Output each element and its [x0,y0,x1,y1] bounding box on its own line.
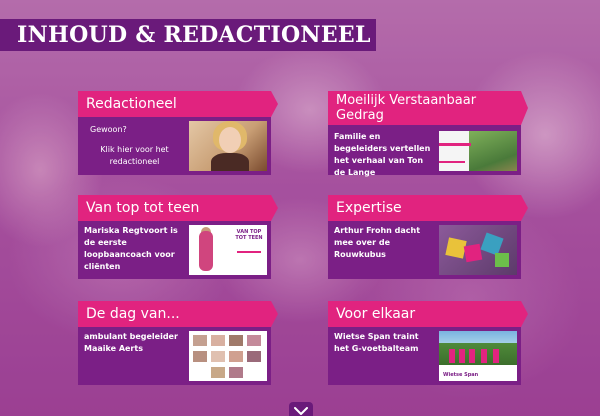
page-title-banner: INHOUD & REDACTIONEEL [0,19,376,51]
card-body[interactable]: ambulant begeleider Maaike Aerts [78,327,271,385]
magazine-thumbnail: VAN TOP TOT TEEN [189,225,267,275]
card-title: Voor elkaar [336,305,416,322]
card-expertise[interactable]: Expertise Arthur Frohn dacht mee over de… [328,195,528,279]
scroll-down-button[interactable] [289,402,313,416]
card-text: Gewoon? Klik hier voor het redactioneel [84,121,189,171]
card-header[interactable]: Expertise [328,195,528,221]
card-text-line: Gewoon? [90,125,127,134]
card-header[interactable]: Voor elkaar [328,301,528,327]
card-title: Van top tot teen [86,199,200,216]
article-thumbnail [439,131,517,171]
card-text: Familie en begeleiders vertellen het ver… [334,132,431,177]
thumbnail-caption: Wietse Span [443,372,479,378]
card-moeilijk-verstaanbaar-gedrag[interactable]: Moeilijk Verstaanbaar Gedrag Familie en … [328,91,528,177]
card-body[interactable]: Gewoon? Klik hier voor het redactioneel [78,117,271,175]
card-header[interactable]: Moeilijk Verstaanbaar Gedrag [328,91,528,125]
team-photo-thumbnail: Wietse Span [439,331,517,381]
page-title: INHOUD & REDACTIONEEL [17,22,371,48]
card-title: De dag van... [86,305,180,322]
card-voor-elkaar[interactable]: Voor elkaar Wietse Span traint het G-voe… [328,301,528,385]
portrait-thumbnail [189,121,267,171]
photo-grid-thumbnail [189,331,267,381]
card-header[interactable]: De dag van... [78,301,278,327]
card-title: Expertise [336,199,402,216]
card-body[interactable]: Mariska Regtvoort is de eerste loopbaanc… [78,221,271,279]
card-body[interactable]: Familie en begeleiders vertellen het ver… [328,125,521,177]
rouwkubus-thumbnail [439,225,517,275]
card-body[interactable]: Arthur Frohn dacht mee over de Rouwkubus [328,221,521,279]
card-text: ambulant begeleider Maaike Aerts [84,332,178,353]
thumbnail-title: VAN TOP TOT TEEN [235,229,263,241]
card-redactioneel[interactable]: Redactioneel Gewoon? Klik hier voor het … [78,91,278,175]
card-van-top-tot-teen[interactable]: Van top tot teen Mariska Regtvoort is de… [78,195,278,279]
card-title: Redactioneel [86,95,177,112]
card-body[interactable]: Wietse Span traint het G-voetbalteam Wie… [328,327,521,385]
card-text: Wietse Span traint het G-voetbalteam [334,332,419,353]
card-text: Arthur Frohn dacht mee over de Rouwkubus [334,226,421,259]
card-de-dag-van[interactable]: De dag van... ambulant begeleider Maaike… [78,301,278,385]
chevron-down-icon [294,406,308,415]
card-text: Mariska Regtvoort is de eerste loopbaanc… [84,226,178,271]
card-link-text[interactable]: Klik hier voor het redactioneel [84,144,185,168]
card-header[interactable]: Redactioneel [78,91,278,117]
card-title: Moeilijk Verstaanbaar Gedrag [336,93,477,123]
card-header[interactable]: Van top tot teen [78,195,278,221]
